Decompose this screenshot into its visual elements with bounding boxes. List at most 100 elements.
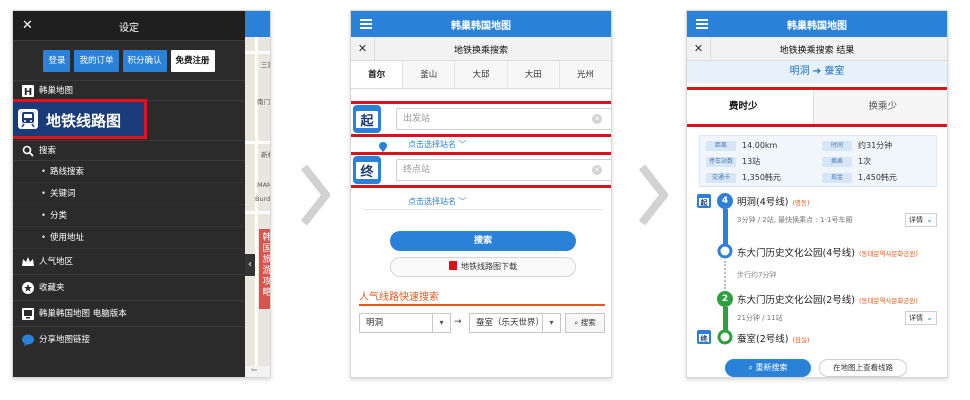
points-button[interactable]: 积分确认 xyxy=(122,50,167,72)
search-icon: ⌕ xyxy=(748,363,753,372)
pick-from-station-link[interactable]: 点击选择站名 ﹀ xyxy=(408,139,467,150)
svg-text:起: 起 xyxy=(359,113,374,129)
settings-drawer: ✕ 设定 登录 我的订单 积分确认 免费注册 H 韩巢地图 地铁线路图 搜索 路… xyxy=(13,11,245,377)
panel-settings-drawer: 三洞 南门 新村 MAM Burde 韩国旅游攻略 ‹ ⇦ ✕ 设定 登录 我的… xyxy=(12,10,271,378)
detail-button[interactable]: 详情 ⌄ xyxy=(905,311,937,325)
to-station-box: 终 终点站 ✕ xyxy=(351,152,611,188)
drawer-title: 设定 xyxy=(119,23,139,34)
map-label: MAM xyxy=(257,181,270,189)
stat-distance: 距离 14.00km xyxy=(706,140,777,152)
walk-info: 步行约7分钟 xyxy=(737,271,777,279)
menu-item-search[interactable]: 搜索 xyxy=(13,141,245,161)
city-tabs: 首尔 釜山 大邱 大田 光州 xyxy=(351,61,611,89)
page-title: 地铁换乘搜索 xyxy=(453,46,508,56)
from-station-box: 起 出发站 ✕ xyxy=(351,101,611,137)
register-button[interactable]: 免费注册 xyxy=(170,50,215,72)
stat-transfers: 换乘 1次 xyxy=(822,156,871,168)
menu-item-pc-version[interactable]: 韩巢韩国地图 电脑版本 xyxy=(13,301,245,327)
map-collapse-button[interactable]: ‹ xyxy=(245,254,255,276)
svg-text:起: 起 xyxy=(700,198,709,207)
transfer-station-a: 东大门历史文化公园(4号线) (동대문역사문화공원) xyxy=(737,248,918,259)
search-button[interactable]: 搜索 xyxy=(390,231,576,251)
line-4-badge: 4 xyxy=(717,193,733,209)
departure-icon: 起 xyxy=(353,105,381,133)
sub-header: ✕ 地铁换乘搜索 结果 xyxy=(687,37,947,61)
quick-search-title: 人气线路快速搜索 xyxy=(359,292,439,303)
end-station: 蚕室(2号线) (잠실) xyxy=(737,334,810,345)
my-orders-button[interactable]: 我的订单 xyxy=(74,50,119,72)
end-node-icon xyxy=(717,329,733,345)
view-on-map-button[interactable]: 在地图上查看线路 xyxy=(819,359,907,377)
menu-sub-category[interactable]: 分类 xyxy=(13,205,245,227)
chat-share-icon xyxy=(22,334,34,346)
research-button[interactable]: ⌕ 重新搜索 xyxy=(725,359,811,377)
option-fastest[interactable]: 费时少 xyxy=(687,90,814,124)
quick-from-select[interactable]: 明洞 ▾ xyxy=(359,313,451,333)
tab-busan[interactable]: 釜山 xyxy=(403,61,456,88)
menu-item-favorites[interactable]: 收藏夹 xyxy=(13,275,245,301)
map-label: 新村 xyxy=(261,151,270,159)
start-station: 明洞(4号线) (명동) xyxy=(737,197,810,208)
option-fewest-transfers[interactable]: 换乘少 xyxy=(813,90,947,124)
chevron-down-icon: ▾ xyxy=(432,314,450,332)
tab-daegu[interactable]: 大邱 xyxy=(455,61,508,88)
search-icon xyxy=(22,145,34,157)
panel-search-result: 韩巢韩国地图 ✕ 地铁换乘搜索 结果 明洞 ➔ 蚕室 费时少 换乘少 距离 14.… xyxy=(686,10,948,378)
location-pin-icon xyxy=(379,142,387,152)
from-station-input[interactable]: 出发站 xyxy=(396,108,611,130)
map-label: 南门 xyxy=(257,98,270,106)
destination-icon: 终 xyxy=(353,156,381,184)
app-title: 韩巢韩国地图 xyxy=(787,21,847,32)
download-map-button[interactable]: 地铁线路图下载 xyxy=(390,257,576,277)
menu-sub-route-search[interactable]: 路线搜索 xyxy=(13,161,245,183)
menu-sub-address[interactable]: 使用地址 xyxy=(13,227,245,249)
svg-text:终: 终 xyxy=(701,334,709,343)
pdf-icon xyxy=(449,261,457,270)
destination-icon: 终 xyxy=(697,330,711,344)
transfer-station-b: 东大门历史文化公园(2号线) (동대문역사문화공원) xyxy=(737,295,918,306)
chevron-down-icon: ⌄ xyxy=(926,215,933,224)
to-station-input[interactable]: 终点站 xyxy=(396,159,611,181)
menu-item-popular[interactable]: 人气地区 xyxy=(13,249,245,275)
route-stats: 距离 14.00km 时间 约31分钟 停车站数 13站 换乘 1次 交通卡 1,350韩… xyxy=(699,135,937,187)
chevron-down-icon: ﹀ xyxy=(458,140,467,149)
menu-item-korea-map[interactable]: H 韩巢地图 xyxy=(13,81,245,101)
pc-icon xyxy=(22,308,34,320)
clear-icon[interactable]: ✕ xyxy=(592,114,602,124)
departure-icon: 起 xyxy=(697,194,711,208)
sub-header: ✕ 地铁换乘搜索 xyxy=(351,37,611,61)
detail-button[interactable]: 详情 ⌄ xyxy=(905,213,937,227)
start-info: 3分钟 / 2站, 最快换乘点 : 1-1号车厢 xyxy=(737,216,853,224)
metro-train-icon xyxy=(18,109,38,129)
quick-search-button[interactable]: ⌕ 搜索 xyxy=(565,313,605,333)
panel-metro-search: 韩巢韩国地图 ✕ 地铁换乘搜索 首尔 釜山 大邱 大田 光州 起 出发站 ✕ 点… xyxy=(350,10,612,378)
clear-icon[interactable]: ✕ xyxy=(592,165,602,175)
tab-seoul[interactable]: 首尔 xyxy=(351,61,404,88)
menu-sub-keyword[interactable]: 关键词 xyxy=(13,183,245,205)
page-title: 地铁换乘搜索 结果 xyxy=(779,46,855,56)
map-h-icon: H xyxy=(22,85,34,97)
menu-item-share[interactable]: 分享地图链接 xyxy=(13,327,245,353)
svg-text:H: H xyxy=(24,87,32,97)
tab-daejeon[interactable]: 大田 xyxy=(507,61,560,88)
search-icon: ⌕ xyxy=(574,318,579,327)
line-2-badge: 2 xyxy=(717,291,733,307)
arrow-right-icon: → xyxy=(454,317,462,327)
login-button[interactable]: 登录 xyxy=(43,50,71,72)
metro-highlight[interactable]: 地铁线路图 xyxy=(13,99,147,139)
map-background: 三洞 南门 新村 MAM Burde 韩国旅游攻略 ‹ ⇦ xyxy=(245,11,270,377)
pick-to-station-link[interactable]: 点击选择站名 ﹀ xyxy=(408,196,467,207)
quick-to-select[interactable]: 蚕室（乐天世界） ▾ xyxy=(469,313,561,333)
metro-highlight-label: 地铁线路图 xyxy=(46,112,122,130)
map-sign[interactable]: 韩国旅游攻略 xyxy=(259,229,270,309)
transfer-node-icon xyxy=(717,243,733,259)
step-arrow-icon xyxy=(638,165,668,225)
app-header: 韩巢韩国地图 xyxy=(351,11,611,37)
app-title: 韩巢韩国地图 xyxy=(451,21,511,32)
chevron-down-icon: ⌄ xyxy=(926,313,933,322)
tab-gwangju[interactable]: 光州 xyxy=(559,61,611,88)
svg-text:终: 终 xyxy=(360,164,374,180)
route-options: 费时少 换乘少 xyxy=(687,87,947,127)
stat-cash-fare: 现金 1,450韩元 xyxy=(822,172,897,184)
chevron-down-icon: ▾ xyxy=(542,314,560,332)
